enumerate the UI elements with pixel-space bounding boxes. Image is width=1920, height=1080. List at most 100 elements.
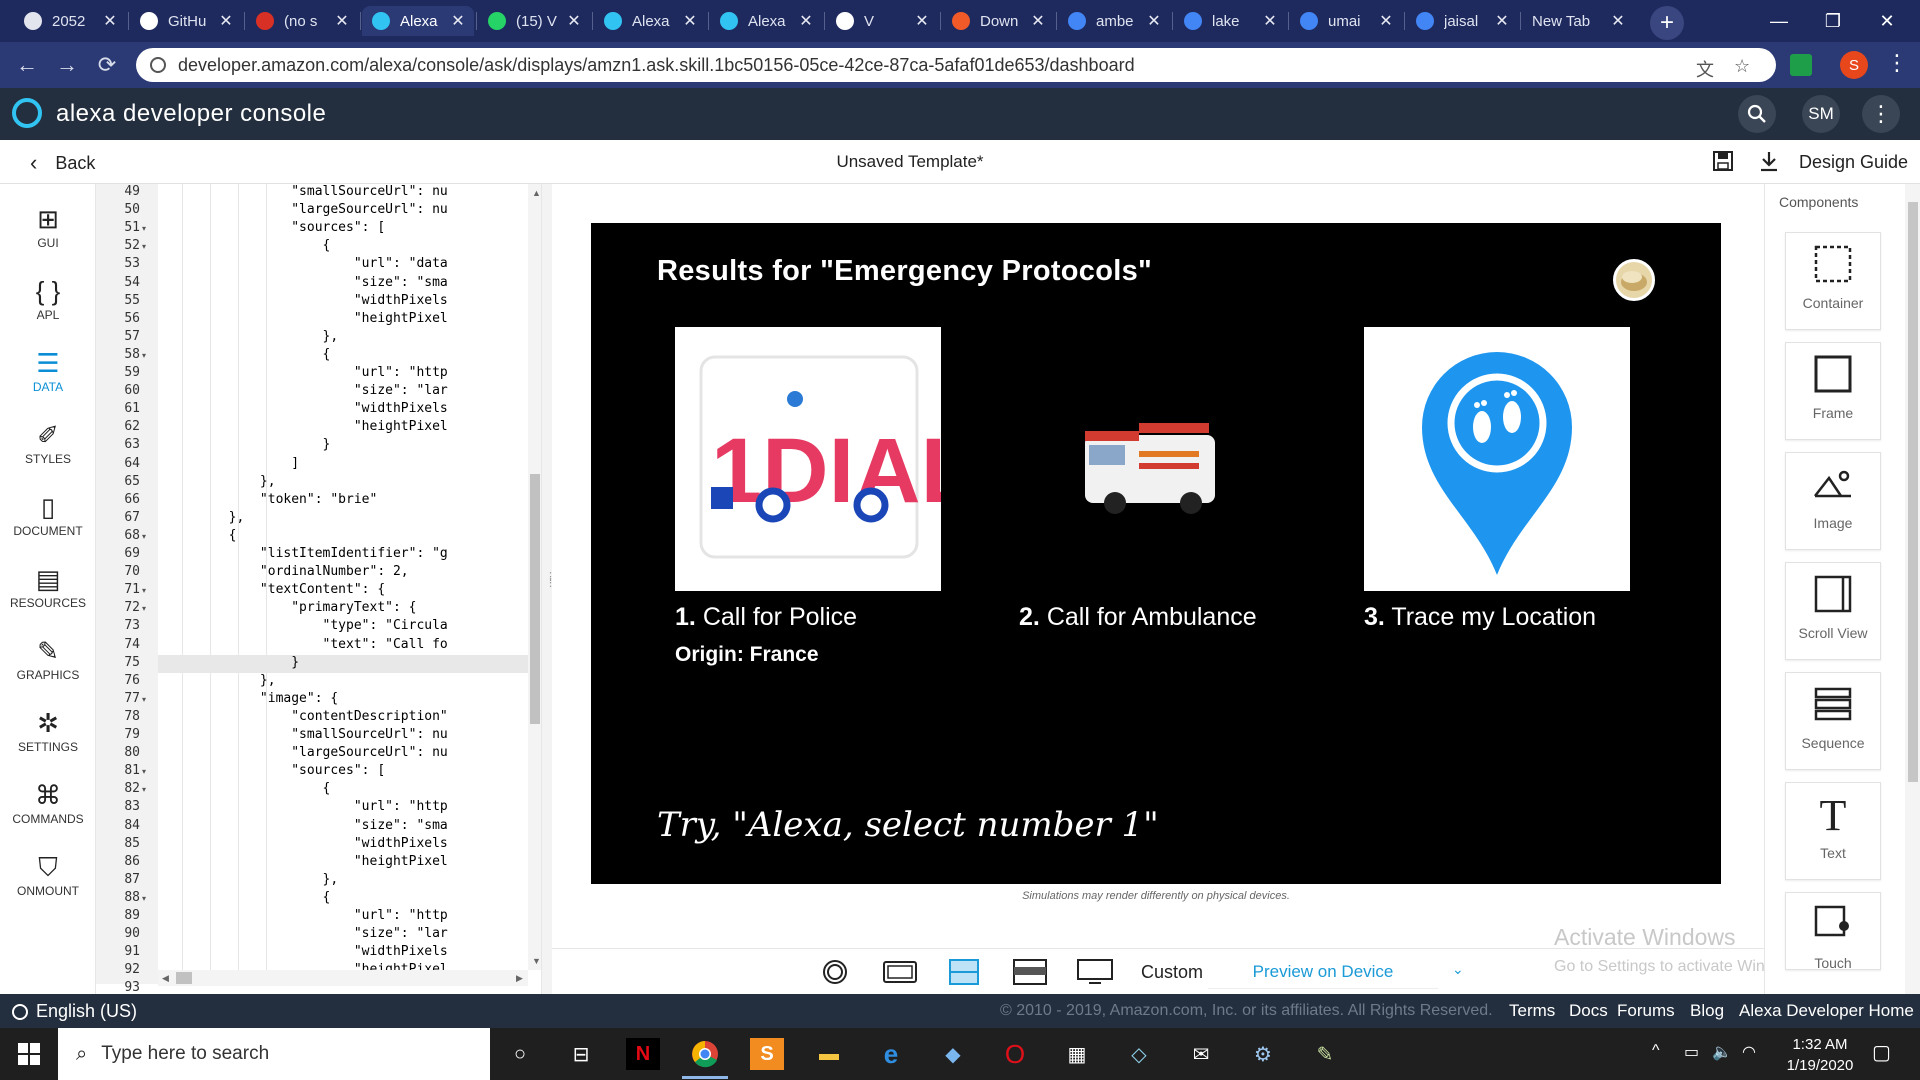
- file-explorer-icon[interactable]: ▬: [812, 1038, 846, 1070]
- code-line[interactable]: "token": "brie": [166, 492, 526, 507]
- browser-tab[interactable]: lake ✕: [1174, 6, 1286, 36]
- nav-item-styles[interactable]: ✐ STYLES: [0, 418, 96, 490]
- close-tab-icon[interactable]: ✕: [1144, 11, 1164, 31]
- browser-tab[interactable]: 2052 ✕: [14, 6, 126, 36]
- wifi-icon[interactable]: ◠: [1742, 1042, 1756, 1062]
- fold-toggle-icon[interactable]: ▾: [142, 604, 146, 613]
- site-info-icon[interactable]: [150, 57, 166, 73]
- component-image[interactable]: Image: [1785, 452, 1881, 550]
- code-line[interactable]: "text": "Call fo: [166, 637, 526, 652]
- tray-chevron-icon[interactable]: ^: [1652, 1042, 1660, 1060]
- fold-toggle-icon[interactable]: ▾: [142, 785, 146, 794]
- app-title[interactable]: alexa developer console: [56, 100, 326, 128]
- browser-tab[interactable]: New Tab ✕: [1522, 6, 1634, 36]
- edge-icon[interactable]: e: [874, 1038, 908, 1070]
- code-line[interactable]: "size": "sma: [166, 275, 526, 290]
- address-bar[interactable]: developer.amazon.com/alexa/console/ask/d…: [136, 48, 1776, 82]
- editor-scroll-thumb[interactable]: [530, 474, 540, 724]
- mail-icon[interactable]: ✉: [1184, 1038, 1218, 1070]
- item-label-3[interactable]: 3. Trace my Location: [1364, 603, 1596, 632]
- hub-large-device-icon[interactable]: [1012, 959, 1048, 985]
- download-icon[interactable]: [1758, 150, 1780, 178]
- store-icon[interactable]: ▦: [1060, 1038, 1094, 1070]
- footer-link-docs[interactable]: Docs: [1569, 1001, 1608, 1021]
- fold-toggle-icon[interactable]: ▾: [142, 224, 146, 233]
- fold-toggle-icon[interactable]: ▾: [142, 532, 146, 541]
- browser-menu-icon[interactable]: ⋮: [1886, 50, 1908, 76]
- landscape-small-device-icon[interactable]: [882, 959, 918, 985]
- task-view-icon[interactable]: ⊟: [564, 1038, 598, 1070]
- profile-avatar[interactable]: S: [1840, 51, 1868, 79]
- code-line[interactable]: "url": "http: [166, 799, 526, 814]
- code-line[interactable]: "heightPixel: [166, 854, 526, 869]
- windows-start-icon[interactable]: [0, 1028, 58, 1080]
- code-line[interactable]: "sources": [: [166, 220, 526, 235]
- code-line[interactable]: "url": "http: [166, 908, 526, 923]
- sublime-text-icon[interactable]: S: [750, 1038, 784, 1070]
- taskbar-search-input[interactable]: ⌕ Type here to search: [58, 1028, 490, 1080]
- fold-toggle-icon[interactable]: ▾: [142, 351, 146, 360]
- police-item-image[interactable]: 1DIAL: [675, 327, 977, 591]
- component-text[interactable]: T Text: [1785, 782, 1881, 880]
- editor-hscroll-thumb[interactable]: [176, 972, 192, 984]
- code-line[interactable]: "heightPixel: [166, 311, 526, 326]
- browser-tab[interactable]: GitHu ✕: [130, 6, 242, 36]
- panel-resize-handle[interactable]: ⋮ ⋮: [542, 184, 556, 994]
- footer-link-forums[interactable]: Forums: [1617, 1001, 1675, 1021]
- item-label-2[interactable]: 2. Call for Ambulance: [1019, 603, 1257, 632]
- component-scroll-view[interactable]: Scroll View: [1785, 562, 1881, 660]
- code-line[interactable]: "size": "lar: [166, 383, 526, 398]
- code-line[interactable]: },: [166, 872, 526, 887]
- tv-device-icon[interactable]: [1076, 959, 1114, 985]
- code-line[interactable]: "listItemIdentifier": "g: [166, 546, 526, 561]
- code-line[interactable]: "textContent": {: [166, 582, 526, 597]
- component-frame[interactable]: Frame: [1785, 342, 1881, 440]
- fold-toggle-icon[interactable]: ▾: [142, 242, 146, 251]
- code-line[interactable]: "ordinalNumber": 2,: [166, 564, 526, 579]
- scroll-down-arrow-icon[interactable]: ▼: [532, 956, 541, 966]
- component-sequence[interactable]: Sequence: [1785, 672, 1881, 770]
- custom-device-option[interactable]: Custom: [1141, 962, 1203, 983]
- footer-link-developer-home[interactable]: Alexa Developer Home: [1739, 1001, 1914, 1021]
- preview-on-device-button[interactable]: Preview on Device: [1208, 955, 1438, 989]
- app-icon-2[interactable]: ◇: [1122, 1038, 1156, 1070]
- scroll-up-arrow-icon[interactable]: ▲: [532, 188, 541, 198]
- code-line[interactable]: "smallSourceUrl": nu: [166, 727, 526, 742]
- more-options-icon[interactable]: ⋮: [1862, 95, 1900, 133]
- code-line[interactable]: "largeSourceUrl": nu: [166, 745, 526, 760]
- location-item-image[interactable]: [1364, 327, 1630, 591]
- code-line[interactable]: "primaryText": {: [166, 600, 526, 615]
- browser-tab[interactable]: Alexa ✕: [594, 6, 706, 36]
- close-tab-icon[interactable]: ✕: [332, 11, 352, 31]
- nav-item-gui[interactable]: ⊞ GUI: [0, 202, 96, 274]
- code-line[interactable]: },: [166, 329, 526, 344]
- nav-item-graphics[interactable]: ✎ GRAPHICS: [0, 634, 96, 706]
- fold-toggle-icon[interactable]: ▾: [142, 767, 146, 776]
- design-guide-link[interactable]: Design Guide: [1799, 152, 1908, 173]
- code-line[interactable]: "widthPixels: [166, 944, 526, 959]
- user-avatar[interactable]: SM: [1802, 95, 1840, 133]
- nav-item-resources[interactable]: ▤ RESOURCES: [0, 562, 96, 634]
- paint-icon[interactable]: ✎: [1308, 1038, 1342, 1070]
- round-device-icon[interactable]: [820, 959, 850, 985]
- code-line[interactable]: {: [166, 781, 526, 796]
- bookmark-star-icon[interactable]: ☆: [1734, 56, 1750, 77]
- opera-icon[interactable]: O: [998, 1038, 1032, 1070]
- editor-horizontal-scrollbar[interactable]: ◀ ▶: [158, 970, 528, 986]
- browser-tab[interactable]: ambe ✕: [1058, 6, 1170, 36]
- close-tab-icon[interactable]: ✕: [216, 11, 236, 31]
- browser-tab[interactable]: umai ✕: [1290, 6, 1402, 36]
- new-tab-button[interactable]: +: [1650, 6, 1684, 40]
- nav-item-apl[interactable]: { } APL: [0, 274, 96, 346]
- fold-toggle-icon[interactable]: ▾: [142, 894, 146, 903]
- chrome-icon[interactable]: [688, 1038, 722, 1070]
- chevron-down-icon[interactable]: ⌄: [1452, 961, 1464, 978]
- language-selector[interactable]: English (US): [12, 1001, 137, 1022]
- close-tab-icon[interactable]: ✕: [680, 11, 700, 31]
- code-line[interactable]: "widthPixels: [166, 401, 526, 416]
- code-line[interactable]: {: [166, 890, 526, 905]
- code-line[interactable]: {: [166, 238, 526, 253]
- code-line[interactable]: }: [166, 655, 526, 670]
- close-tab-icon[interactable]: ✕: [1376, 11, 1396, 31]
- extension-icon[interactable]: [1790, 54, 1812, 76]
